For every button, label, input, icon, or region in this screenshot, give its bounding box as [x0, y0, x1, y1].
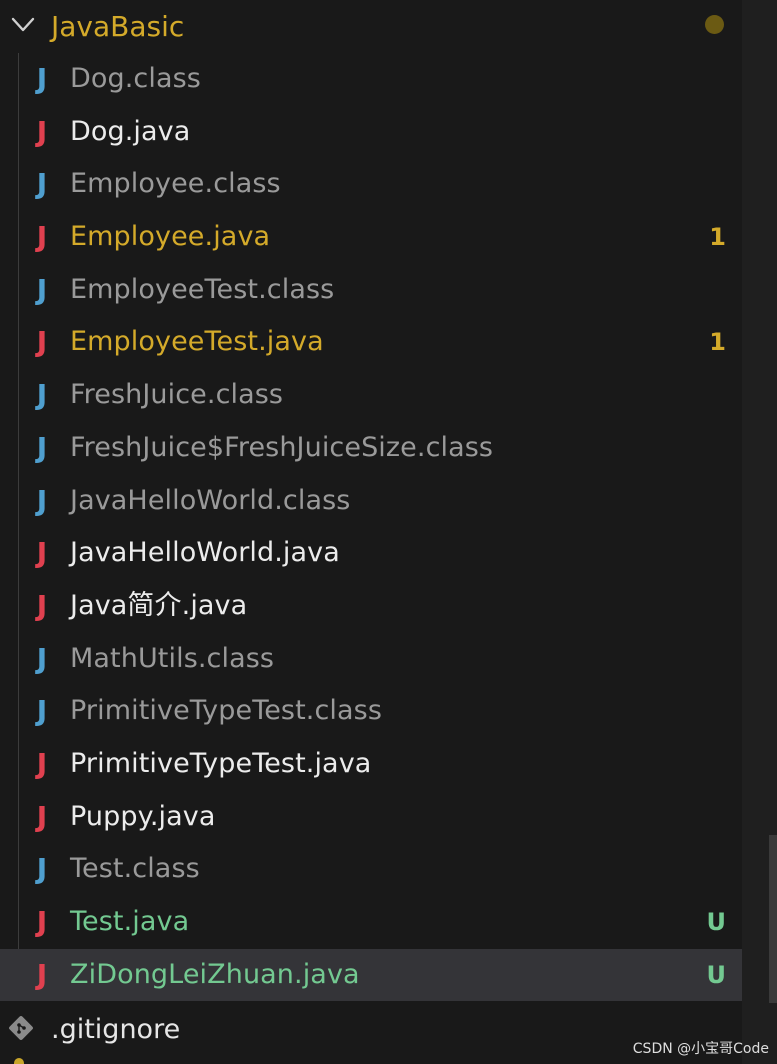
file-name: Test.java	[70, 906, 190, 937]
file-name: FreshJuice.class	[70, 379, 284, 411]
scrollbar-thumb[interactable]	[769, 835, 777, 1003]
file-name: ZiDongLeiZhuan.java	[70, 958, 360, 990]
file-item[interactable]: J EmployeeTest.class	[0, 264, 742, 317]
modified-dot-icon	[705, 15, 724, 34]
file-name: PrimitiveTypeTest.class	[70, 695, 382, 727]
file-item[interactable]: J EmployeeTest.java 1	[0, 316, 742, 369]
file-name: Dog.java	[70, 115, 191, 147]
git-icon	[9, 1016, 33, 1040]
class-file-icon: J	[36, 62, 48, 95]
file-name: EmployeeTest.class	[70, 273, 335, 305]
java-file-icon: J	[36, 588, 48, 622]
file-item[interactable]: J Dog.java	[0, 106, 742, 159]
file-name: PrimitiveTypeTest.java	[70, 747, 372, 779]
class-file-icon: J	[36, 430, 48, 464]
problem-count-badge: 1	[709, 223, 726, 252]
class-file-icon: J	[36, 378, 48, 412]
java-file-icon: J	[36, 325, 48, 359]
file-item[interactable]: J PrimitiveTypeTest.class	[0, 685, 742, 738]
java-file-icon: J	[36, 114, 48, 148]
file-item[interactable]: J JavaHelloWorld.class	[0, 475, 742, 528]
java-file-icon: J	[36, 746, 48, 780]
file-item[interactable]: J PrimitiveTypeTest.java	[0, 738, 742, 791]
file-name: Java简介.java	[70, 589, 248, 621]
watermark: CSDN @小宝哥Code	[632, 1041, 769, 1057]
file-name: Puppy.java	[70, 800, 216, 832]
file-name: Dog.class	[70, 63, 201, 94]
class-file-icon: J	[36, 641, 48, 675]
file-name: EmployeeTest.java	[70, 326, 324, 358]
file-item[interactable]: J Employee.class	[0, 158, 742, 211]
file-item[interactable]: J FreshJuice$FreshJuiceSize.class	[0, 422, 742, 475]
file-item[interactable]: J Employee.java 1	[0, 211, 742, 264]
file-name: JavaHelloWorld.class	[70, 484, 351, 516]
class-file-icon: J	[36, 483, 48, 517]
file-name: .gitignore	[51, 1014, 181, 1045]
file-gitignore[interactable]: .gitignore	[0, 1003, 742, 1056]
problem-count-badge: 1	[709, 328, 726, 357]
file-name: Test.class	[70, 853, 200, 885]
java-file-icon: J	[36, 220, 48, 254]
folder-name: JavaBasic	[51, 10, 185, 43]
class-file-icon: J	[36, 272, 48, 306]
file-item[interactable]: J Dog.class	[0, 53, 742, 106]
file-item[interactable]: J ZiDongLeiZhuan.java U	[0, 948, 742, 1002]
java-file-icon: J	[36, 536, 48, 570]
file-item[interactable]: J Test.java U	[0, 896, 742, 949]
file-item[interactable]: J Puppy.java	[0, 791, 742, 844]
class-file-icon: J	[36, 167, 48, 201]
file-item[interactable]: J Java简介.java	[0, 580, 742, 633]
file-item[interactable]: J Test.class	[0, 843, 742, 896]
file-name: MathUtils.class	[70, 642, 275, 674]
untracked-badge: U	[706, 908, 727, 936]
file-name: Employee.java	[70, 221, 271, 253]
partial-icon	[14, 1058, 24, 1064]
java-file-icon: J	[36, 799, 48, 833]
file-name: JavaHelloWorld.java	[70, 537, 340, 569]
file-list: J Dog.class J Dog.java J Employee.class J Emplo…	[0, 53, 742, 1002]
file-item[interactable]: J FreshJuice.class	[0, 369, 742, 422]
class-file-icon: J	[36, 852, 48, 886]
java-file-icon: J	[36, 957, 48, 991]
folder-javabasic[interactable]: JavaBasic	[0, 0, 742, 53]
file-name: FreshJuice$FreshJuiceSize.class	[70, 431, 494, 463]
class-file-icon: J	[36, 694, 48, 728]
file-item[interactable]: J MathUtils.class	[0, 633, 742, 686]
java-file-icon: J	[36, 905, 48, 938]
untracked-badge: U	[706, 960, 727, 989]
chevron-down-icon[interactable]	[11, 16, 35, 34]
file-item[interactable]: J JavaHelloWorld.java	[0, 527, 742, 580]
file-name: Employee.class	[70, 168, 281, 200]
